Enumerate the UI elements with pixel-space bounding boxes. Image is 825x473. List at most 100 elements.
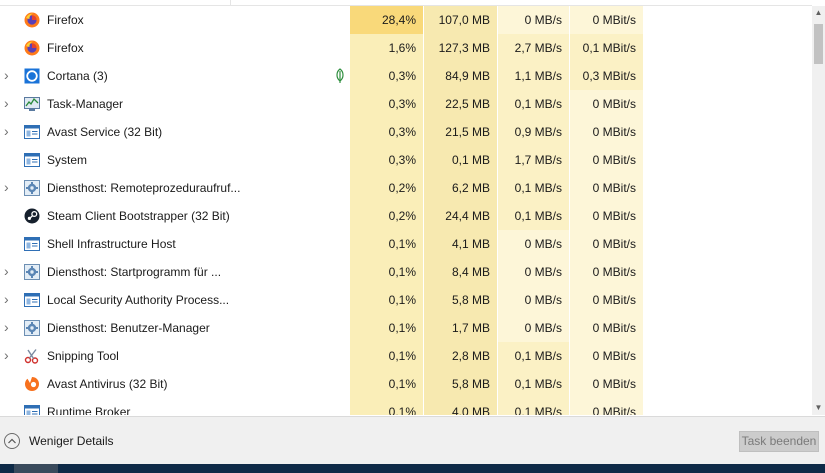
network-cell: 0 MBit/s: [570, 286, 643, 314]
taskbar: [0, 464, 825, 473]
cpu-cell: 0,3%: [350, 146, 423, 174]
cpu-cell: 0,3%: [350, 90, 423, 118]
disk-cell: 2,7 MB/s: [498, 34, 569, 62]
process-name: Local Security Authority Process...: [47, 293, 230, 307]
process-row[interactable]: › Task-Manager 0,3% 22,5 MB 0,1 MB/s 0 MBit/s: [0, 90, 812, 118]
memory-cell: 4,0 MB: [424, 398, 497, 415]
disk-cell: 0 MB/s: [498, 6, 569, 34]
disk-cell: 0 MB/s: [498, 230, 569, 258]
process-name: Avast Antivirus (32 Bit): [47, 377, 168, 391]
disk-cell: 0 MB/s: [498, 258, 569, 286]
cpu-cell: 0,1%: [350, 398, 423, 415]
process-row[interactable]: › Diensthost: Remoteprozeduraufruf... 0,2%…: [0, 174, 812, 202]
chevron-right-icon[interactable]: ›: [4, 124, 14, 138]
window-app-icon: [24, 236, 40, 252]
memory-cell: 21,5 MB: [424, 118, 497, 146]
cpu-cell: 1,6%: [350, 34, 423, 62]
chevron-right-icon[interactable]: ›: [4, 320, 14, 334]
snipping-tool-icon: [24, 348, 40, 364]
gear-icon: [24, 264, 40, 280]
disk-cell: 0,1 MB/s: [498, 174, 569, 202]
disk-cell: 0,1 MB/s: [498, 90, 569, 118]
cpu-cell: 0,2%: [350, 202, 423, 230]
disk-cell: 0,9 MB/s: [498, 118, 569, 146]
memory-cell: 2,8 MB: [424, 342, 497, 370]
memory-cell: 6,2 MB: [424, 174, 497, 202]
end-task-button[interactable]: Task beenden: [739, 431, 819, 452]
chevron-right-icon[interactable]: ›: [4, 348, 14, 362]
memory-cell: 107,0 MB: [424, 6, 497, 34]
network-cell: 0 MBit/s: [570, 314, 643, 342]
process-row[interactable]: › Avast Service (32 Bit) 0,3% 21,5 MB 0,9 MB…: [0, 118, 812, 146]
memory-cell: 5,8 MB: [424, 370, 497, 398]
chevron-right-icon[interactable]: ›: [4, 264, 14, 278]
footer-bar: Weniger Details Task beenden: [0, 416, 825, 465]
memory-cell: 84,9 MB: [424, 62, 497, 90]
memory-cell: 22,5 MB: [424, 90, 497, 118]
vertical-scrollbar[interactable]: ▲ ▼: [812, 6, 825, 415]
fewer-details-label: Weniger Details: [29, 434, 114, 448]
network-cell: 0 MBit/s: [570, 118, 643, 146]
process-name: Firefox: [47, 41, 84, 55]
taskbar-item[interactable]: [14, 464, 58, 473]
network-cell: 0 MBit/s: [570, 90, 643, 118]
memory-cell: 4,1 MB: [424, 230, 497, 258]
window-app-icon: [24, 124, 40, 140]
process-row[interactable]: Shell Infrastructure Host 0,1% 4,1 MB 0 MB/…: [0, 230, 812, 258]
process-row[interactable]: Steam Client Bootstrapper (32 Bit) 0,2% 24…: [0, 202, 812, 230]
chevron-up-circle-icon: [4, 433, 20, 449]
process-row[interactable]: Runtime Broker 0,1% 4,0 MB 0,1 MB/s 0 MBit/s: [0, 398, 812, 415]
cortana-icon: [24, 68, 40, 84]
network-cell: 0 MBit/s: [570, 258, 643, 286]
chevron-right-icon[interactable]: ›: [4, 292, 14, 306]
chevron-right-icon[interactable]: ›: [4, 180, 14, 194]
fewer-details-button[interactable]: Weniger Details: [4, 431, 113, 451]
process-name: System: [47, 153, 88, 167]
process-row[interactable]: › Local Security Authority Process... 0,1%…: [0, 286, 812, 314]
network-cell: 0 MBit/s: [570, 202, 643, 230]
process-name: Avast Service (32 Bit): [47, 125, 163, 139]
cpu-cell: 0,3%: [350, 62, 423, 90]
disk-cell: 0,1 MB/s: [498, 202, 569, 230]
steam-icon: [24, 208, 40, 224]
disk-cell: 0 MB/s: [498, 314, 569, 342]
disk-cell: 0 MB/s: [498, 286, 569, 314]
avast-icon: [24, 376, 40, 392]
process-row[interactable]: › Cortana (3) 0,3% 84,9 MB 1,1 MB/s 0,3 MBit/…: [0, 62, 812, 90]
memory-cell: 5,8 MB: [424, 286, 497, 314]
network-cell: 0 MBit/s: [570, 398, 643, 415]
process-row[interactable]: Firefox 28,4% 107,0 MB 0 MB/s 0 MBit/s: [0, 6, 812, 34]
network-cell: 0,1 MBit/s: [570, 34, 643, 62]
process-row[interactable]: Avast Antivirus (32 Bit) 0,1% 5,8 MB 0,1 MB…: [0, 370, 812, 398]
scroll-down-arrow-icon[interactable]: ▼: [812, 401, 825, 415]
cpu-cell: 0,1%: [350, 342, 423, 370]
cpu-cell: 0,1%: [350, 258, 423, 286]
network-cell: 0 MBit/s: [570, 174, 643, 202]
scrollbar-thumb[interactable]: [814, 24, 823, 64]
cpu-cell: 0,2%: [350, 174, 423, 202]
memory-cell: 1,7 MB: [424, 314, 497, 342]
window-app-icon: [24, 292, 40, 308]
process-name: Cortana (3): [47, 69, 108, 83]
scroll-up-arrow-icon[interactable]: ▲: [812, 6, 825, 20]
cpu-cell: 0,3%: [350, 118, 423, 146]
process-name: Diensthost: Benutzer-Manager: [47, 321, 210, 335]
chevron-right-icon[interactable]: ›: [4, 68, 14, 82]
gear-icon: [24, 320, 40, 336]
window-app-icon: [24, 404, 40, 415]
process-row[interactable]: › Diensthost: Benutzer-Manager 0,1% 1,7 MB 0…: [0, 314, 812, 342]
process-row[interactable]: Firefox 1,6% 127,3 MB 2,7 MB/s 0,1 MBit/s: [0, 34, 812, 62]
process-name: Firefox: [47, 13, 84, 27]
process-name: Snipping Tool: [47, 349, 119, 363]
disk-cell: 0,1 MB/s: [498, 370, 569, 398]
network-cell: 0 MBit/s: [570, 6, 643, 34]
disk-cell: 1,7 MB/s: [498, 146, 569, 174]
cpu-cell: 28,4%: [350, 6, 423, 34]
chevron-right-icon[interactable]: ›: [4, 96, 14, 110]
network-cell: 0 MBit/s: [570, 342, 643, 370]
process-row[interactable]: › Snipping Tool 0,1% 2,8 MB 0,1 MB/s 0 MBit/s: [0, 342, 812, 370]
memory-cell: 0,1 MB: [424, 146, 497, 174]
process-row[interactable]: › Diensthost: Startprogramm für ... 0,1% 8,…: [0, 258, 812, 286]
gear-icon: [24, 180, 40, 196]
process-row[interactable]: System 0,3% 0,1 MB 1,7 MB/s 0 MBit/s: [0, 146, 812, 174]
